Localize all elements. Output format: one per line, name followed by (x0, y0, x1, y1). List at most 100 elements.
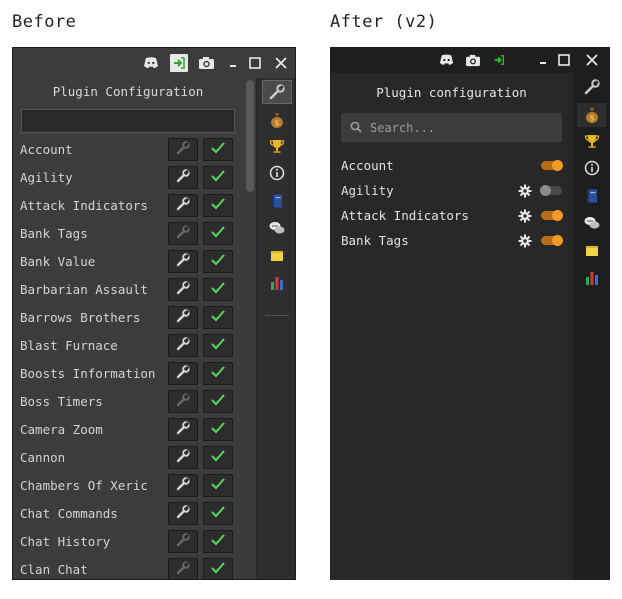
money-bag-icon[interactable]: $ (262, 108, 292, 132)
wrench-icon (175, 532, 191, 552)
plugin-toggle-button[interactable] (203, 418, 233, 441)
plugin-config-button[interactable] (168, 558, 198, 579)
checkmark-icon (210, 168, 226, 187)
plugin-row: Barrows Brothers (13, 304, 243, 332)
checkmark-icon (210, 364, 226, 383)
chat-bubbles-icon[interactable] (262, 216, 292, 240)
plugin-config-button[interactable] (168, 250, 198, 273)
wrench-icon (175, 392, 191, 412)
info-icon[interactable] (262, 161, 292, 185)
trophy-icon[interactable] (262, 134, 292, 158)
plugin-name: Bank Tags (20, 226, 88, 241)
plugin-toggle-button[interactable] (203, 222, 233, 245)
plugin-toggle-button[interactable] (203, 446, 233, 469)
plugin-config-button[interactable] (168, 530, 198, 553)
plugin-config-button[interactable] (168, 446, 198, 469)
plugin-config-button[interactable] (168, 334, 198, 357)
plugin-config-button[interactable] (168, 138, 198, 161)
discord-icon[interactable] (437, 51, 455, 69)
plugin-toggle[interactable] (541, 210, 563, 221)
wrench-icon (175, 280, 191, 300)
search-icon (350, 118, 362, 137)
wrench-icon (175, 364, 191, 384)
plugin-config-button[interactable] (168, 306, 198, 329)
info-icon[interactable] (577, 156, 606, 180)
camera-icon[interactable] (197, 54, 215, 72)
plugin-toggle-button[interactable] (203, 278, 233, 301)
gear-icon[interactable] (518, 184, 532, 198)
plugin-config-button[interactable] (168, 362, 198, 385)
plugin-row: Attack Indicators (13, 192, 243, 220)
close-icon[interactable] (272, 54, 290, 72)
plugin-config-button[interactable] (168, 194, 198, 217)
plugin-toggle-button[interactable] (203, 502, 233, 525)
plugin-toggle-button[interactable] (203, 530, 233, 553)
login-icon[interactable] (170, 54, 188, 72)
plugin-name: Bank Tags (341, 233, 409, 248)
bar-chart-icon[interactable] (577, 266, 606, 290)
plugin-config-button[interactable] (168, 474, 198, 497)
before-plugin-list: Account Agility Attack Indicators Bank Tags… (13, 136, 243, 579)
plugin-name: Attack Indicators (20, 198, 148, 213)
bar-chart-icon[interactable] (262, 271, 292, 295)
plugin-toggle-button[interactable] (203, 250, 233, 273)
before-scrollbar[interactable] (245, 78, 255, 579)
checkmark-icon (210, 336, 226, 355)
plugin-toggle-button[interactable] (203, 334, 233, 357)
before-page-title: Plugin Configuration (52, 84, 204, 99)
wrench-icon[interactable] (577, 75, 606, 99)
plugin-row: Account (330, 155, 573, 180)
plugin-config-button[interactable] (168, 418, 198, 441)
trophy-icon[interactable] (577, 129, 606, 153)
plugin-toggle-button[interactable] (203, 362, 233, 385)
plugin-config-button[interactable] (168, 222, 198, 245)
plugin-name: Cannon (20, 450, 66, 465)
wrench-icon (175, 420, 191, 440)
maximize-icon[interactable] (246, 54, 264, 72)
plugin-toggle-button[interactable] (203, 194, 233, 217)
money-bag-icon[interactable]: $ (577, 103, 606, 127)
plugin-config-button[interactable] (168, 166, 198, 189)
discord-icon[interactable] (142, 54, 160, 72)
minimize-icon[interactable] (535, 51, 553, 69)
plugin-row: Chat Commands (13, 500, 243, 528)
chat-bubbles-icon[interactable] (577, 211, 606, 235)
plugin-toggle-button[interactable] (203, 474, 233, 497)
maximize-icon[interactable] (555, 51, 573, 69)
sticky-note-icon[interactable] (577, 239, 606, 263)
before-search-input[interactable] (21, 109, 235, 133)
search-input[interactable] (370, 120, 550, 135)
checkmark-icon (210, 560, 226, 579)
wrench-icon[interactable] (262, 80, 292, 104)
after-search-box[interactable] (341, 113, 562, 142)
plugin-row: Clan Chat (13, 556, 243, 579)
plugin-toggle-button[interactable] (203, 558, 233, 579)
plugin-row: Barbarian Assault (13, 276, 243, 304)
gear-icon[interactable] (518, 209, 532, 223)
plugin-toggle-button[interactable] (203, 306, 233, 329)
plugin-toggle-button[interactable] (203, 166, 233, 189)
plugin-toggle-button[interactable] (203, 390, 233, 413)
plugin-toggle[interactable] (540, 185, 562, 196)
gear-icon[interactable] (518, 234, 532, 248)
camera-icon[interactable] (464, 51, 482, 69)
wrench-icon (175, 448, 191, 468)
notes-book-icon[interactable] (262, 189, 292, 213)
wrench-icon (175, 504, 191, 524)
plugin-config-button[interactable] (168, 390, 198, 413)
plugin-config-button[interactable] (168, 278, 198, 301)
minimize-icon[interactable] (225, 54, 243, 72)
close-icon[interactable] (583, 51, 601, 69)
after-titlebar (330, 47, 610, 73)
before-sidebar: $ (256, 78, 295, 579)
plugin-row: Boss Timers (13, 388, 243, 416)
sticky-note-icon[interactable] (262, 244, 292, 268)
login-icon[interactable] (490, 51, 508, 69)
checkmark-icon (210, 308, 226, 327)
plugin-toggle-button[interactable] (203, 138, 233, 161)
plugin-config-button[interactable] (168, 502, 198, 525)
before-scrollbar-thumb[interactable] (246, 80, 254, 192)
notes-book-icon[interactable] (577, 184, 606, 208)
plugin-toggle[interactable] (541, 235, 563, 246)
plugin-toggle[interactable] (541, 160, 563, 171)
